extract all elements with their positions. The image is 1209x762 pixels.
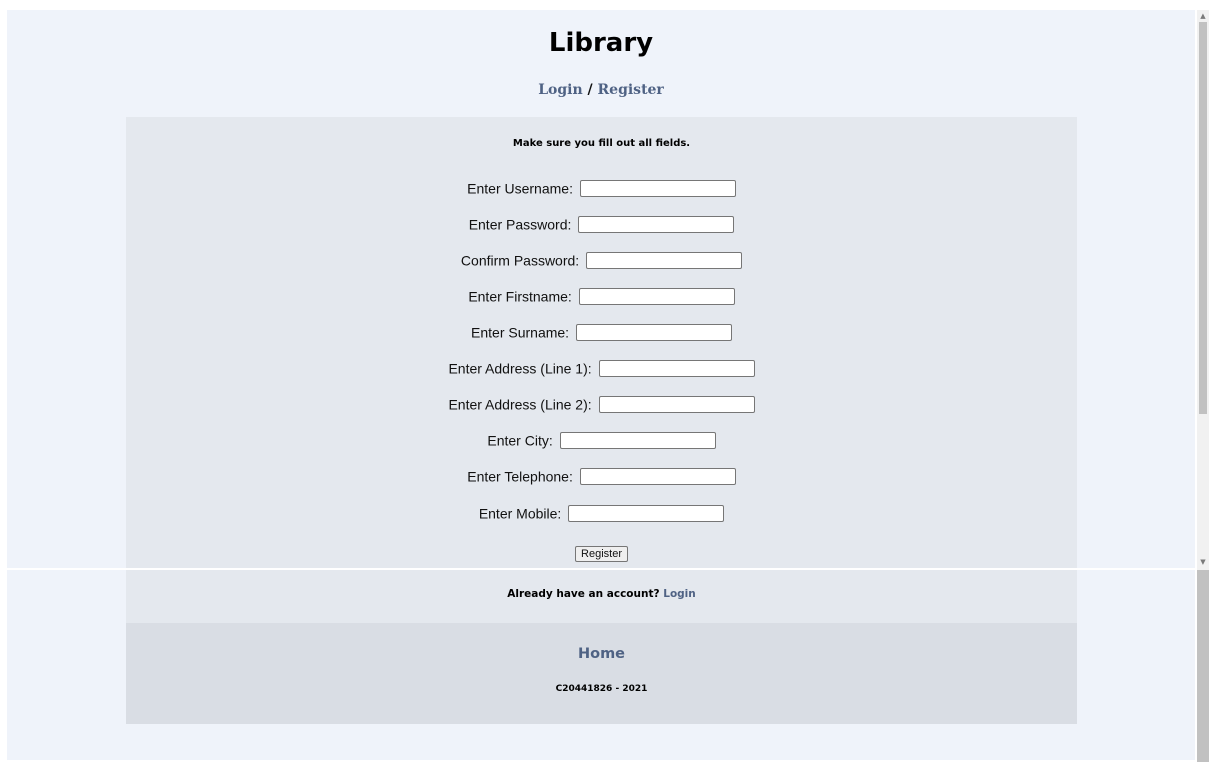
account-prompt-line: Already have an account? Login (126, 588, 1077, 600)
nav-separator: / (587, 82, 593, 98)
outer-scrollbar-thumb[interactable] (1197, 570, 1209, 762)
telephone-input[interactable] (579, 467, 736, 485)
submit-row: Register (126, 542, 1077, 562)
mobile-label: Enter Mobile: (478, 505, 562, 522)
auth-nav: Login / Register (7, 82, 1195, 98)
city-input[interactable] (559, 431, 716, 449)
firstname-input[interactable] (578, 287, 735, 305)
telephone-row: Enter Telephone: (126, 467, 1077, 485)
mobile-row: Enter Mobile: (126, 504, 1077, 522)
username-input[interactable] (579, 179, 736, 197)
telephone-label: Enter Telephone: (467, 468, 573, 485)
confirm-password-row: Confirm Password: (126, 251, 1077, 269)
footer-home-link[interactable]: Home (126, 646, 1077, 662)
surname-label: Enter Surname: (471, 324, 570, 341)
address-line1-row: Enter Address (Line 1): (126, 359, 1077, 377)
city-label: Enter City: (487, 432, 553, 449)
username-label: Enter Username: (467, 180, 573, 197)
city-row: Enter City: (126, 431, 1077, 449)
password-label: Enter Password: (468, 216, 572, 233)
confirm-password-input[interactable] (586, 251, 743, 269)
address-line2-row: Enter Address (Line 2): (126, 395, 1077, 413)
firstname-row: Enter Firstname: (126, 287, 1077, 305)
nav-register-link[interactable]: Register (598, 82, 664, 98)
account-panel: Already have an account? Login (126, 570, 1077, 623)
address-line1-input[interactable] (598, 359, 755, 377)
account-login-link[interactable]: Login (663, 588, 696, 600)
register-button[interactable]: Register (575, 546, 628, 562)
form-notice: Make sure you fill out all fields. (512, 138, 691, 149)
account-prompt: Already have an account? (507, 588, 660, 600)
site-title: Library (548, 28, 654, 58)
register-form-panel: Make sure you fill out all fields. Enter… (126, 117, 1077, 568)
password-input[interactable] (578, 215, 735, 233)
scroll-up-arrow-icon[interactable]: ▲ (1197, 10, 1209, 22)
footer: Home C20441826 - 2021 (126, 623, 1077, 724)
address-line1-label: Enter Address (Line 1): (448, 360, 592, 377)
surname-input[interactable] (575, 323, 732, 341)
nav-login-link[interactable]: Login (538, 82, 582, 98)
mobile-input[interactable] (568, 504, 725, 522)
footer-copyright: C20441826 - 2021 (555, 684, 648, 694)
scroll-down-arrow-icon[interactable]: ▼ (1197, 556, 1209, 568)
confirm-password-label: Confirm Password: (460, 252, 580, 269)
surname-row: Enter Surname: (126, 323, 1077, 341)
username-row: Enter Username: (126, 179, 1077, 197)
password-row: Enter Password: (126, 215, 1077, 233)
address-line2-input[interactable] (598, 395, 755, 413)
address-line2-label: Enter Address (Line 2): (448, 396, 592, 413)
firstname-label: Enter Firstname: (468, 288, 572, 305)
scrollbar-thumb[interactable] (1199, 22, 1207, 414)
page-viewport: Library Login / Register Make sure you f… (7, 10, 1195, 760)
